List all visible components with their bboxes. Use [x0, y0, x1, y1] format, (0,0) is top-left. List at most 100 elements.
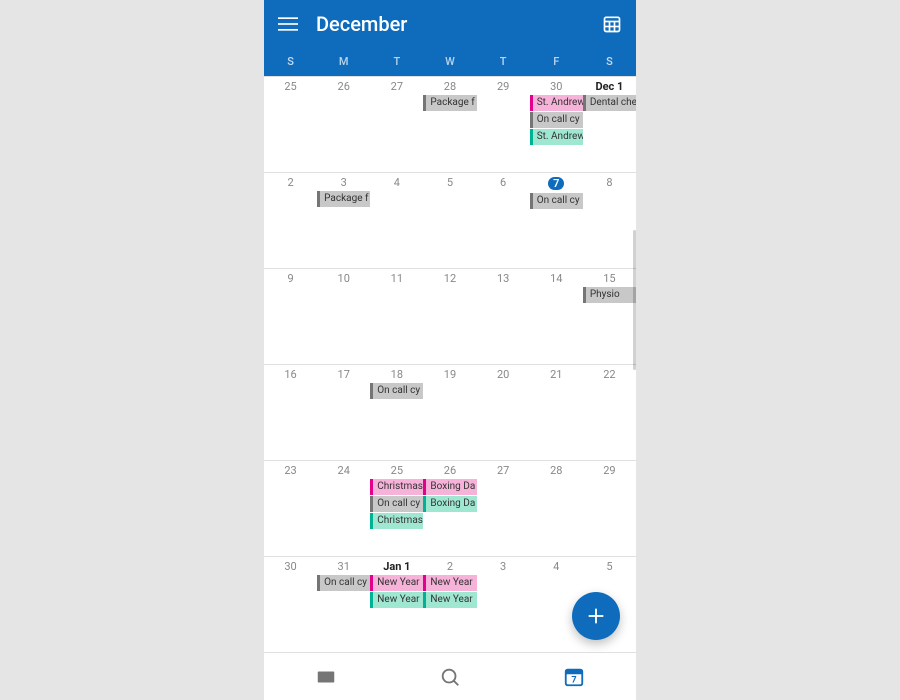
event-chip[interactable]: Boxing Da: [423, 479, 476, 495]
calendar-day[interactable]: 27: [477, 461, 530, 556]
day-number: 5: [423, 173, 476, 190]
calendar-day[interactable]: 3: [477, 557, 530, 652]
event-list: [264, 382, 317, 384]
calendar-day[interactable]: 30St. AndrewOn call cySt. Andrew: [530, 77, 583, 172]
day-number: 14: [530, 269, 583, 286]
calendar-day[interactable]: 31On call cy: [317, 557, 370, 652]
day-number: 12: [423, 269, 476, 286]
event-chip[interactable]: St. Andrew: [530, 95, 583, 111]
day-number: 24: [317, 461, 370, 478]
calendar-day[interactable]: 20: [477, 365, 530, 460]
calendar-day[interactable]: 12: [423, 269, 476, 364]
event-chip[interactable]: New Year: [423, 592, 476, 608]
menu-icon[interactable]: [276, 12, 300, 36]
day-number: 25: [370, 461, 423, 478]
day-number: 13: [477, 269, 530, 286]
event-list: On call cy: [317, 574, 370, 592]
day-number: 2: [264, 173, 317, 190]
calendar-day[interactable]: 26Boxing DaBoxing Da: [423, 461, 476, 556]
calendar-day[interactable]: 2: [264, 173, 317, 268]
calendar-day[interactable]: 16: [264, 365, 317, 460]
day-number: 4: [370, 173, 423, 190]
event-chip[interactable]: On call cy: [370, 383, 423, 399]
calendar-day[interactable]: 25ChristmasOn call cyChristmas: [370, 461, 423, 556]
nav-calendar-icon[interactable]: 7: [512, 653, 636, 700]
event-chip[interactable]: Dental che: [583, 95, 636, 111]
day-number: 26: [317, 77, 370, 94]
day-number: 3: [317, 173, 370, 190]
calendar-day[interactable]: 24: [317, 461, 370, 556]
event-chip[interactable]: On call cy: [317, 575, 370, 591]
calendar-day[interactable]: 29: [477, 77, 530, 172]
calendar-day[interactable]: 17: [317, 365, 370, 460]
event-list: [317, 286, 370, 288]
weekday-label: M: [317, 48, 370, 76]
day-number: 10: [317, 269, 370, 286]
calendar-day[interactable]: 6: [477, 173, 530, 268]
calendar-day[interactable]: 15Physio: [583, 269, 636, 364]
event-chip[interactable]: On call cy: [530, 193, 583, 209]
day-number: 23: [264, 461, 317, 478]
event-chip[interactable]: Package f: [423, 95, 476, 111]
calendar-app: December S M T W T F S 25262728Package f…: [264, 0, 636, 700]
event-chip[interactable]: St. Andrew: [530, 129, 583, 145]
calendar-day[interactable]: 2New YearNew Year: [423, 557, 476, 652]
event-chip[interactable]: Physio: [583, 287, 636, 303]
day-number: 3: [477, 557, 530, 574]
calendar-day[interactable]: 30: [264, 557, 317, 652]
calendar-day[interactable]: 23: [264, 461, 317, 556]
calendar-day[interactable]: 3Package f: [317, 173, 370, 268]
calendar-day[interactable]: 28Package f: [423, 77, 476, 172]
calendar-day[interactable]: 26: [317, 77, 370, 172]
page-title[interactable]: December: [316, 12, 584, 36]
calendar-day[interactable]: Dec 1Dental che: [583, 77, 636, 172]
day-number: 22: [583, 365, 636, 382]
event-list: [530, 382, 583, 384]
event-chip[interactable]: Christmas: [370, 479, 423, 495]
calendar-day[interactable]: 8: [583, 173, 636, 268]
event-list: [264, 574, 317, 576]
calendar-day[interactable]: 11: [370, 269, 423, 364]
calendar-day[interactable]: 19: [423, 365, 476, 460]
calendar-week: 161718On call cy19202122: [264, 364, 636, 460]
calendar-day[interactable]: Jan 1New YearNew Year: [370, 557, 423, 652]
calendar-day[interactable]: 18On call cy: [370, 365, 423, 460]
calendar-day[interactable]: 5: [423, 173, 476, 268]
calendar-day[interactable]: 7On call cy: [530, 173, 583, 268]
calendar-day[interactable]: 29: [583, 461, 636, 556]
calendar-day[interactable]: 25: [264, 77, 317, 172]
day-number: 5: [583, 557, 636, 574]
calendar-day[interactable]: 14: [530, 269, 583, 364]
app-header: December: [264, 0, 636, 48]
day-number: 27: [370, 77, 423, 94]
event-chip[interactable]: Christmas: [370, 513, 423, 529]
calendar-day[interactable]: 9: [264, 269, 317, 364]
event-list: [530, 286, 583, 288]
calendar-day[interactable]: 27: [370, 77, 423, 172]
day-number: 19: [423, 365, 476, 382]
add-event-button[interactable]: [572, 592, 620, 640]
event-chip[interactable]: On call cy: [530, 112, 583, 128]
calendar-day[interactable]: 4: [370, 173, 423, 268]
calendar-day[interactable]: 21: [530, 365, 583, 460]
event-list: [317, 382, 370, 384]
event-list: [583, 574, 636, 576]
calendar-day[interactable]: 10: [317, 269, 370, 364]
event-chip[interactable]: Boxing Da: [423, 496, 476, 512]
nav-search-icon[interactable]: [388, 653, 512, 700]
event-chip[interactable]: On call cy: [370, 496, 423, 512]
month-view-icon[interactable]: [600, 12, 624, 36]
event-list: [477, 574, 530, 576]
event-chip[interactable]: New Year: [370, 575, 423, 591]
calendar-day[interactable]: 22: [583, 365, 636, 460]
event-list: [423, 382, 476, 384]
day-number: 2: [423, 557, 476, 574]
calendar-day[interactable]: 28: [530, 461, 583, 556]
event-chip[interactable]: New Year: [370, 592, 423, 608]
event-chip[interactable]: Package f: [317, 191, 370, 207]
nav-mail-icon[interactable]: [264, 653, 388, 700]
day-number: 27: [477, 461, 530, 478]
event-chip[interactable]: New Year: [423, 575, 476, 591]
weekday-label: T: [477, 48, 530, 76]
calendar-day[interactable]: 13: [477, 269, 530, 364]
